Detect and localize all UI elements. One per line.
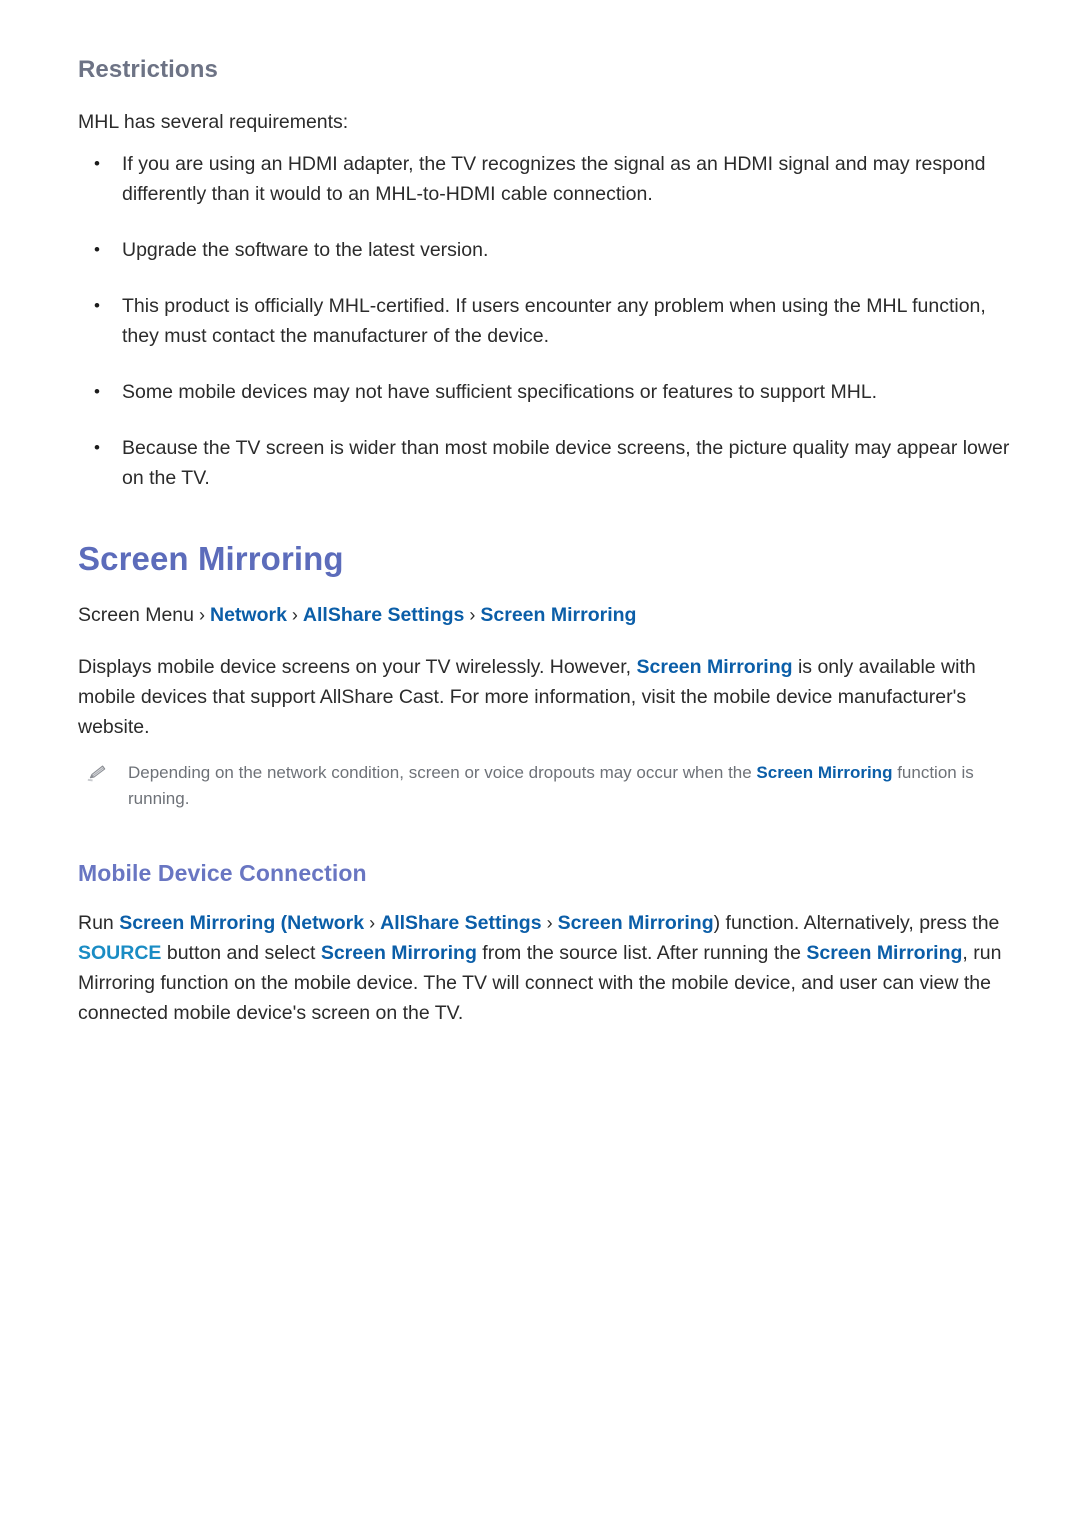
body-text-4: from the source list. After running the <box>476 941 807 964</box>
list-item-text: Some mobile devices may not have suffici… <box>122 380 878 403</box>
restrictions-heading: Restrictions <box>78 56 218 83</box>
breadcrumb-separator-icon: › <box>198 605 205 626</box>
list-item: Upgrade the software to the latest versi… <box>78 235 1022 265</box>
note-text: Depending on the network condition, scre… <box>128 760 1028 812</box>
inline-link-screen-mirroring-1[interactable]: Screen Mirroring <box>119 912 275 934</box>
breadcrumb: Screen Menu › Network › AllShare Settings › Sc… <box>78 600 1028 630</box>
paren-open: ( <box>275 911 288 934</box>
inline-separator-icon: › <box>546 912 553 933</box>
mobile-device-connection-body: Run Screen Mirroring (Network › AllShare S… <box>78 908 1008 1028</box>
inline-link-screen-mirroring-2[interactable]: Screen Mirroring <box>558 912 714 934</box>
pencil-icon <box>87 765 106 782</box>
bullet-dot-icon <box>94 235 101 265</box>
bullet-dot-icon <box>94 377 101 407</box>
inline-separator-icon: › <box>369 912 376 933</box>
inline-link-screen-mirroring[interactable]: Screen Mirroring <box>637 656 793 678</box>
inline-link-allshare-settings[interactable]: AllShare Settings <box>380 912 541 934</box>
restrictions-intro-text: MHL has several requirements: <box>78 110 349 133</box>
list-item: This product is officially MHL-certified… <box>78 291 1022 351</box>
inline-link-network[interactable]: Network <box>287 912 364 934</box>
mobile-device-connection-heading: Mobile Device Connection <box>78 860 367 887</box>
note-inline-link-screen-mirroring[interactable]: Screen Mirroring <box>756 763 892 782</box>
body-text-2: ) function. Alternatively, press the <box>713 911 1000 934</box>
bullet-dot-icon <box>94 291 101 321</box>
inline-link-screen-mirroring-3[interactable]: Screen Mirroring <box>321 942 477 964</box>
list-item: If you are using an HDMI adapter, the TV… <box>78 149 1022 209</box>
screen-mirroring-heading: Screen Mirroring <box>78 539 344 577</box>
inline-button-source[interactable]: SOURCE <box>78 942 161 964</box>
bullet-dot-icon <box>94 433 101 463</box>
description-part-1: Displays mobile device screens on your T… <box>78 656 637 679</box>
breadcrumb-separator-icon: › <box>291 605 298 626</box>
breadcrumb-root: Screen Menu <box>78 604 194 627</box>
body-text-1: Run <box>78 911 120 934</box>
breadcrumb-item-screen-mirroring[interactable]: Screen Mirroring <box>480 604 636 626</box>
restrictions-bullet-list: If you are using an HDMI adapter, the TV… <box>78 149 1028 493</box>
document-page: Restrictions MHL has several requirement… <box>0 0 1080 1028</box>
note-part-1: Depending on the network condition, scre… <box>128 763 757 783</box>
breadcrumb-item-allshare-settings[interactable]: AllShare Settings <box>303 604 464 626</box>
list-item-text: Upgrade the software to the latest versi… <box>122 238 489 261</box>
bullet-dot-icon <box>94 149 101 179</box>
list-item-text: Because the TV screen is wider than most… <box>122 436 1010 489</box>
screen-mirroring-description: Displays mobile device screens on your T… <box>78 652 1008 742</box>
list-item: Some mobile devices may not have suffici… <box>78 377 1022 407</box>
breadcrumb-item-network[interactable]: Network <box>210 604 287 626</box>
list-item: Because the TV screen is wider than most… <box>78 433 1022 493</box>
breadcrumb-separator-icon: › <box>469 605 476 626</box>
list-item-text: This product is officially MHL-certified… <box>122 294 986 347</box>
list-item-text: If you are using an HDMI adapter, the TV… <box>122 152 986 205</box>
body-text-3: button and select <box>161 941 321 964</box>
note-block: Depending on the network condition, scre… <box>78 760 1028 812</box>
inline-link-screen-mirroring-4[interactable]: Screen Mirroring <box>806 942 962 964</box>
